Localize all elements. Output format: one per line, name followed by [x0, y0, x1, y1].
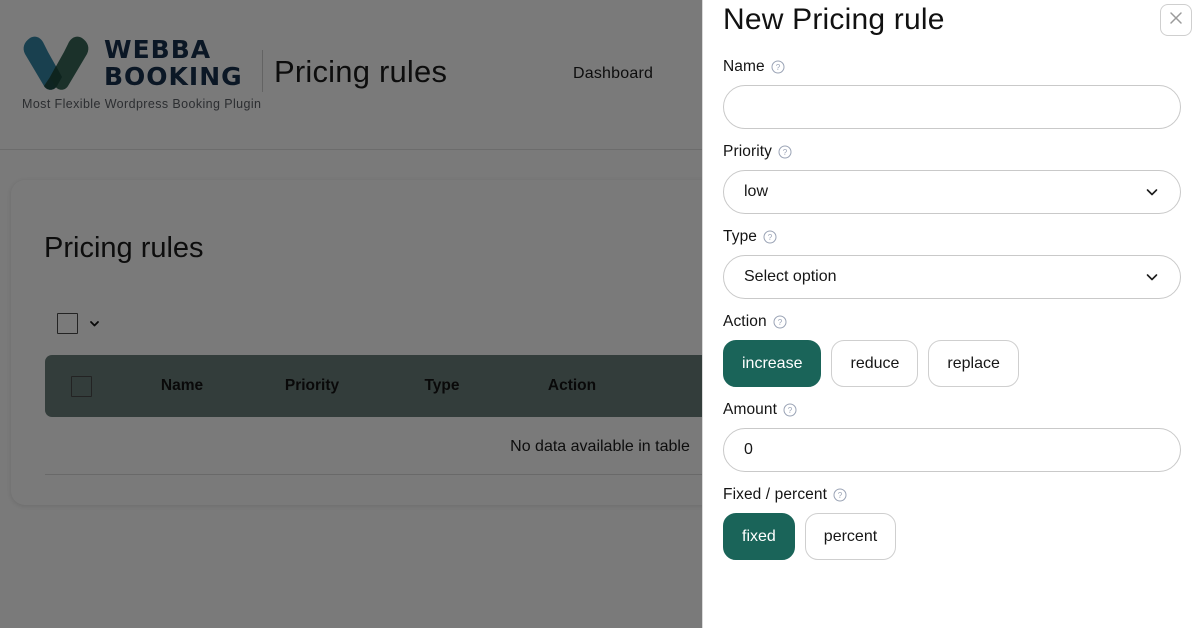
field-label-priority: Priority [723, 143, 773, 160]
field-priority: Priority ? low [703, 143, 1200, 214]
field-label-amount-wrap: Amount ? [723, 401, 1181, 419]
card-title: Pricing rules [44, 232, 204, 264]
svg-text:?: ? [775, 63, 780, 72]
field-label-amount: Amount [723, 401, 778, 418]
action-option-reduce[interactable]: reduce [831, 340, 919, 387]
field-label-action: Action [723, 313, 767, 330]
brand-name-line1: WEBBA [104, 35, 212, 64]
field-name: Name ? [703, 58, 1200, 129]
new-pricing-rule-panel: New Pricing rule Name ? Priority ? low T… [702, 0, 1200, 628]
table-column-action[interactable]: Action [507, 377, 637, 395]
checkbox-icon[interactable] [70, 375, 92, 397]
help-circle-icon[interactable]: ? [773, 315, 787, 329]
brand: WEBBA BOOKING [22, 32, 243, 94]
field-label-fixed-percent-wrap: Fixed / percent ? [723, 486, 1181, 504]
field-label-name: Name [723, 58, 765, 75]
name-input[interactable] [723, 85, 1181, 129]
help-circle-icon[interactable]: ? [771, 60, 785, 74]
svg-text:?: ? [788, 406, 793, 415]
bulk-actions-row[interactable] [57, 313, 101, 334]
svg-text:?: ? [838, 491, 843, 500]
nav-link-dashboard[interactable]: Dashboard [573, 65, 653, 83]
action-option-replace[interactable]: replace [928, 340, 1019, 387]
webba-w-logo-icon [22, 32, 94, 94]
chevron-down-icon[interactable] [88, 317, 101, 330]
field-amount: Amount ? 0 [703, 401, 1200, 472]
brand-wordmark: WEBBA BOOKING [104, 32, 243, 90]
fixed-percent-option-percent[interactable]: percent [804, 513, 897, 560]
type-select[interactable]: Select option [723, 255, 1181, 299]
svg-text:?: ? [777, 318, 782, 327]
table-column-type[interactable]: Type [377, 377, 507, 395]
chevron-down-icon [1144, 184, 1160, 200]
table-column-name[interactable]: Name [117, 377, 247, 395]
svg-text:?: ? [783, 148, 788, 157]
panel-title: New Pricing rule [723, 3, 945, 36]
help-circle-icon[interactable]: ? [783, 403, 797, 417]
priority-select-value: low [744, 183, 769, 200]
priority-select[interactable]: low [723, 170, 1181, 214]
screen-root: WEBBA BOOKING Most Flexible Wordpress Bo… [0, 0, 1200, 628]
field-label-fixed-percent: Fixed / percent [723, 486, 828, 503]
header-divider [262, 50, 263, 92]
chevron-down-icon [1144, 269, 1160, 285]
table-column-priority[interactable]: Priority [247, 377, 377, 395]
close-button[interactable] [1160, 4, 1192, 36]
brand-tagline: Most Flexible Wordpress Booking Plugin [22, 97, 262, 111]
help-circle-icon[interactable]: ? [778, 145, 792, 159]
field-label-type-wrap: Type ? [723, 228, 1181, 246]
field-label-priority-wrap: Priority ? [723, 143, 1181, 161]
close-icon [1166, 8, 1186, 33]
help-circle-icon[interactable]: ? [833, 488, 847, 502]
svg-text:?: ? [768, 233, 773, 242]
fixed-percent-button-group: fixed percent [723, 513, 1181, 560]
field-fixed-percent: Fixed / percent ? fixed percent [703, 486, 1200, 560]
fixed-percent-option-fixed[interactable]: fixed [723, 513, 795, 560]
amount-input[interactable]: 0 [723, 428, 1181, 472]
checkbox-icon[interactable] [57, 313, 78, 334]
field-label-type: Type [723, 228, 758, 245]
field-label-action-wrap: Action ? [723, 313, 1181, 331]
action-button-group: increase reduce replace [723, 340, 1181, 387]
field-label-name-wrap: Name ? [723, 58, 1181, 76]
table-select-all-checkbox[interactable] [45, 375, 117, 397]
panel-form: Name ? Priority ? low Type ? Select opti… [703, 58, 1200, 574]
field-action: Action ? increase reduce replace [703, 313, 1200, 387]
type-select-value: Select option [744, 268, 837, 285]
brand-name-line2: BOOKING [104, 62, 243, 91]
page-title: Pricing rules [274, 54, 448, 89]
help-circle-icon[interactable]: ? [763, 230, 777, 244]
field-type: Type ? Select option [703, 228, 1200, 299]
action-option-increase[interactable]: increase [723, 340, 822, 387]
